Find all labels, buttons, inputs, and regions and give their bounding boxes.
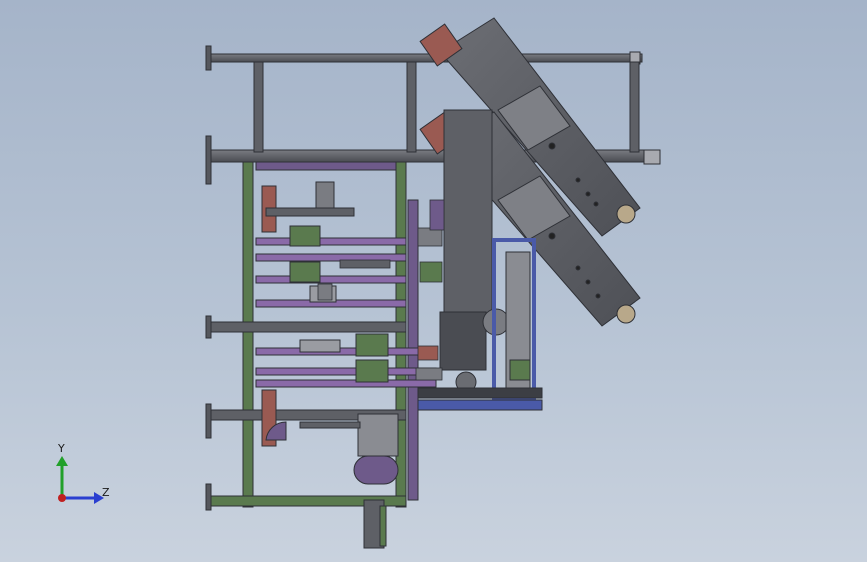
lower-cylinder — [353, 455, 399, 485]
frame-post-mid — [406, 61, 417, 153]
chute-upper-roller — [616, 204, 636, 224]
rail-endcap-left-top — [205, 45, 212, 71]
column-motor-box — [439, 311, 487, 371]
base-plate — [411, 399, 543, 411]
rail-endcap-left-low3 — [205, 483, 212, 511]
rail-endcap-left-low2 — [205, 403, 212, 439]
x-axis-origin — [58, 494, 66, 502]
rail-endcap-left-mid — [205, 135, 212, 185]
column-body — [443, 109, 493, 321]
upper-clamp — [315, 181, 335, 209]
axis-triad: Y Z — [56, 442, 110, 504]
cad-viewport[interactable]: Y Z — [0, 0, 867, 562]
left-frame-center-rail — [209, 321, 407, 333]
left-frame-post-a — [242, 161, 254, 508]
y-axis-label: Y — [57, 442, 65, 455]
rail-endcap-left-low1 — [205, 315, 212, 339]
rail-endcap-right-mid — [643, 149, 661, 165]
lower-assembly — [265, 413, 399, 549]
frame-post-left — [253, 61, 264, 153]
y-axis-arrowhead — [56, 456, 68, 466]
assembly-model[interactable]: Y Z — [0, 0, 867, 562]
chute-lower-roller — [616, 304, 636, 324]
top-rail — [209, 53, 643, 63]
z-axis-label: Z — [102, 486, 110, 499]
frame-post-right — [629, 61, 640, 153]
